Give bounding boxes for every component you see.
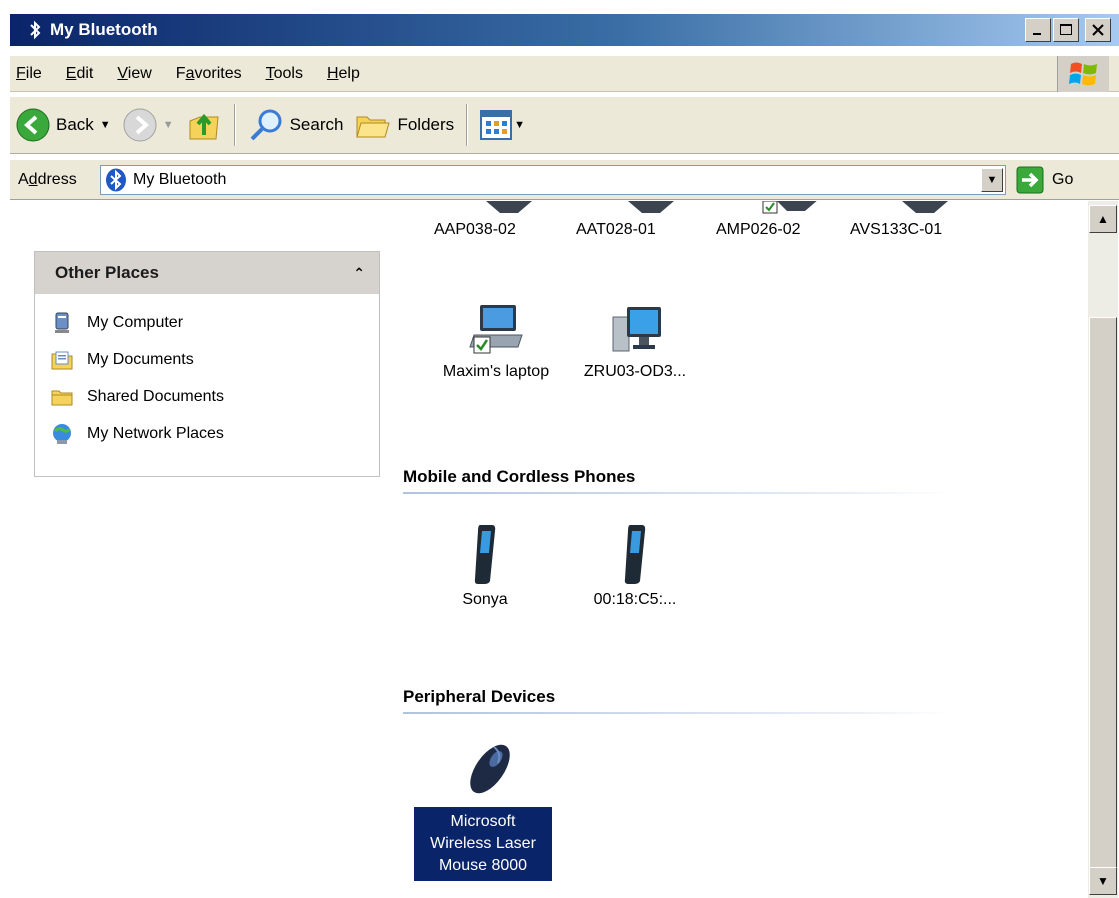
device-label: AAT028-01 [576, 221, 656, 238]
menu-favorites[interactable]: Favorites [164, 65, 254, 83]
selected-device-label: Microsoft Wireless Laser Mouse 8000 [414, 807, 552, 881]
address-input[interactable]: My Bluetooth ▼ [100, 164, 1006, 195]
views-icon [480, 110, 513, 140]
device-icon [850, 201, 1000, 215]
address-bar: Address My Bluetooth ▼ Go [10, 160, 1119, 200]
windows-logo-icon [1057, 56, 1109, 92]
menu-view[interactable]: View [105, 65, 163, 83]
search-button[interactable]: Search [242, 103, 350, 147]
device-item[interactable]: Maxim's laptop [421, 301, 571, 381]
toolbar: Back ▼ ▼ Search Folders ▼ [10, 96, 1119, 154]
place-my-network-places[interactable]: My Network Places [51, 415, 379, 452]
device-label: AVS133C-01 [850, 221, 943, 238]
up-folder-button[interactable] [180, 103, 228, 147]
collapse-chevron-icon[interactable]: ⌃ [353, 265, 365, 282]
device-item[interactable]: ZRU03-OD3... [560, 301, 710, 381]
device-label: Maxim's laptop [442, 363, 550, 380]
group-divider [403, 492, 953, 494]
documents-icon [51, 349, 73, 371]
device-item-selected[interactable]: Microsoft Wireless Laser Mouse 8000 [414, 741, 584, 881]
title-bar[interactable]: My Bluetooth [10, 14, 1119, 46]
device-item[interactable]: AVS133C-01 [850, 201, 1000, 239]
bluetooth-icon [106, 168, 126, 191]
search-icon [250, 109, 282, 141]
device-item[interactable]: AAT028-01 [576, 201, 726, 239]
vertical-scrollbar[interactable]: ▲ ▼ [1088, 201, 1118, 898]
address-dropdown-icon[interactable]: ▼ [981, 167, 1003, 192]
device-item[interactable]: AMP026-02 [716, 201, 866, 239]
back-dropdown-icon[interactable]: ▼ [100, 119, 111, 131]
folder-icon [51, 386, 73, 408]
folders-label: Folders [397, 115, 455, 134]
back-label: Back [56, 115, 94, 134]
other-places-header[interactable]: Other Places ⌃ [35, 252, 379, 294]
laptop-icon [421, 301, 571, 357]
views-dropdown-icon[interactable]: ▼ [514, 119, 525, 131]
device-label: ZRU03-OD3... [583, 363, 687, 380]
scroll-up-icon[interactable]: ▲ [1089, 205, 1117, 233]
device-item[interactable]: AAP038-02 [434, 201, 584, 239]
group-divider [403, 712, 953, 714]
folders-button[interactable]: Folders [349, 103, 460, 147]
search-label: Search [289, 115, 344, 134]
group-header-phones: Mobile and Cordless Phones [403, 467, 636, 486]
other-places-title: Other Places [55, 263, 159, 282]
scrollbar-thumb[interactable] [1089, 317, 1117, 869]
up-folder-icon [189, 113, 219, 140]
mouse-icon [414, 741, 584, 801]
go-button[interactable]: Go [1016, 166, 1073, 194]
views-button[interactable]: ▼ [474, 103, 531, 147]
window-title: My Bluetooth [50, 20, 158, 39]
address-label: Address [18, 170, 77, 188]
place-label: My Computer [87, 313, 184, 331]
menu-bar: File Edit View Favorites Tools Help [10, 56, 1119, 92]
place-my-computer[interactable]: My Computer [51, 304, 379, 341]
group-header-peripherals: Peripheral Devices [403, 687, 556, 706]
device-label: AMP026-02 [716, 221, 801, 238]
scroll-down-icon[interactable]: ▼ [1089, 867, 1117, 895]
folders-icon [356, 116, 391, 138]
menu-edit[interactable]: Edit [54, 65, 106, 83]
bluetooth-icon [26, 20, 44, 40]
device-label: AAP038-02 [434, 221, 516, 238]
maximize-icon[interactable] [1053, 18, 1079, 42]
device-label: Sonya [462, 591, 508, 608]
forward-button[interactable]: ▼ [117, 103, 180, 147]
device-item[interactable]: Sonya [425, 523, 545, 609]
device-icon [576, 201, 726, 215]
device-icon [716, 201, 866, 215]
place-my-documents[interactable]: My Documents [51, 341, 379, 378]
forward-dropdown-icon[interactable]: ▼ [163, 119, 174, 131]
mobile-phone-icon [425, 523, 545, 585]
back-button[interactable]: Back ▼ [10, 103, 117, 147]
menu-help[interactable]: Help [315, 65, 372, 83]
address-value: My Bluetooth [133, 170, 227, 188]
place-label: Shared Documents [87, 387, 224, 405]
other-places-panel: Other Places ⌃ My Computer My Documents [34, 251, 380, 477]
place-label: My Documents [87, 350, 194, 368]
toolbar-separator [466, 104, 469, 146]
network-icon [51, 423, 73, 445]
back-arrow-icon [16, 108, 50, 142]
menu-tools[interactable]: Tools [254, 65, 315, 83]
computer-icon [51, 312, 73, 334]
desktop-computer-icon [560, 301, 710, 357]
place-label: My Network Places [87, 424, 224, 442]
minimize-icon[interactable] [1025, 18, 1051, 42]
forward-arrow-icon [123, 108, 157, 142]
toolbar-separator [233, 104, 236, 146]
mobile-phone-icon [565, 523, 705, 585]
device-label: 00:18:C5:... [593, 591, 677, 608]
place-shared-documents[interactable]: Shared Documents [51, 378, 379, 415]
go-arrow-icon [1016, 166, 1044, 193]
device-item[interactable]: 00:18:C5:... [565, 523, 705, 609]
go-label: Go [1052, 170, 1074, 188]
device-icon [434, 201, 584, 215]
content-area: Other Places ⌃ My Computer My Documents [10, 201, 1088, 898]
close-icon[interactable] [1085, 18, 1111, 42]
menu-file[interactable]: File [10, 65, 54, 83]
